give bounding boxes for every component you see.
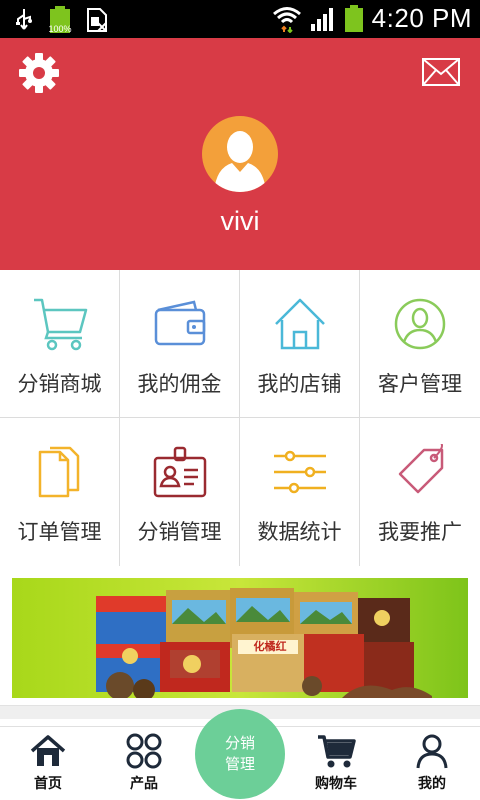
wallet-icon (154, 300, 206, 346)
avatar[interactable] (202, 116, 278, 192)
house-icon (275, 298, 325, 350)
sliders-icon (274, 450, 326, 494)
grid-four-circles-icon (126, 733, 162, 769)
user-silhouette-icon (214, 131, 266, 192)
nav-distribution-management-button[interactable]: 分销管理 (195, 709, 285, 799)
battery-icon (344, 4, 363, 32)
status-bar-left-icons: 100% (14, 6, 108, 34)
center-button-label: 分销管理 (224, 734, 255, 773)
status-bar: 100% 4:20 PM (0, 0, 480, 38)
menu-item-label: 客户管理 (378, 372, 462, 396)
messages-button[interactable] (422, 58, 460, 86)
clock: 4:20 PM (371, 3, 472, 33)
sim-card-icon (87, 8, 107, 32)
nav-mine[interactable]: 我的 (392, 733, 472, 797)
menu-item-my-commission[interactable]: 我的佣金 (120, 270, 240, 418)
menu-item-distribution-mall[interactable]: 分销商城 (0, 270, 120, 418)
menu-item-my-store[interactable]: 我的店铺 (240, 270, 360, 418)
wifi-icon (272, 6, 301, 33)
username: vivi (220, 206, 260, 236)
menu-item-label: 我的店铺 (257, 372, 342, 396)
nav-label: 我的 (418, 776, 446, 792)
nav-products[interactable]: 产品 (104, 733, 184, 797)
product-banner-image (12, 578, 468, 698)
battery-percent-label: 100% (48, 24, 72, 34)
price-tag-icon (398, 444, 444, 494)
settings-button[interactable] (18, 52, 60, 94)
id-badge-icon (153, 446, 207, 498)
menu-item-label: 分销商城 (17, 372, 102, 396)
nav-home[interactable]: 首页 (8, 733, 88, 797)
documents-icon (38, 446, 80, 498)
envelope-icon (422, 58, 460, 86)
nav-label: 首页 (34, 776, 62, 792)
nav-label: 购物车 (315, 776, 357, 792)
usb-icon (16, 9, 32, 30)
home-icon (30, 735, 66, 766)
menu-item-promote[interactable]: 我要推广 (360, 418, 480, 566)
person-icon (416, 734, 448, 769)
signal-strength-icon (310, 7, 333, 31)
menu-item-distribution-management[interactable]: 分销管理 (120, 418, 240, 566)
menu-item-label: 分销管理 (137, 520, 222, 544)
status-bar-right-icons: 4:20 PM (272, 3, 472, 34)
battery-status-icon: 100% (48, 6, 72, 34)
nav-label: 产品 (130, 776, 158, 792)
menu-item-customer-management[interactable]: 客户管理 (360, 270, 480, 418)
promo-banner[interactable]: 化橘红 (12, 578, 468, 698)
menu-item-label: 数据统计 (257, 520, 342, 544)
function-grid: 分销商城 我的佣金 我的店铺 客户管理 订单管理 分销管理 数据统计 我要推广 (0, 270, 480, 566)
gear-icon (19, 53, 59, 93)
profile-header: vivi (0, 38, 480, 270)
banner-product-label: 化橘红 (253, 640, 287, 653)
menu-item-data-statistics[interactable]: 数据统计 (240, 418, 360, 566)
cart-icon (318, 735, 356, 768)
menu-item-order-management[interactable]: 订单管理 (0, 418, 120, 566)
shopping-cart-icon (34, 298, 88, 351)
user-circle-icon (394, 298, 446, 350)
menu-item-label: 订单管理 (17, 520, 102, 544)
menu-item-label: 我要推广 (378, 520, 462, 544)
nav-cart[interactable]: 购物车 (296, 733, 376, 797)
menu-item-label: 我的佣金 (137, 372, 222, 396)
